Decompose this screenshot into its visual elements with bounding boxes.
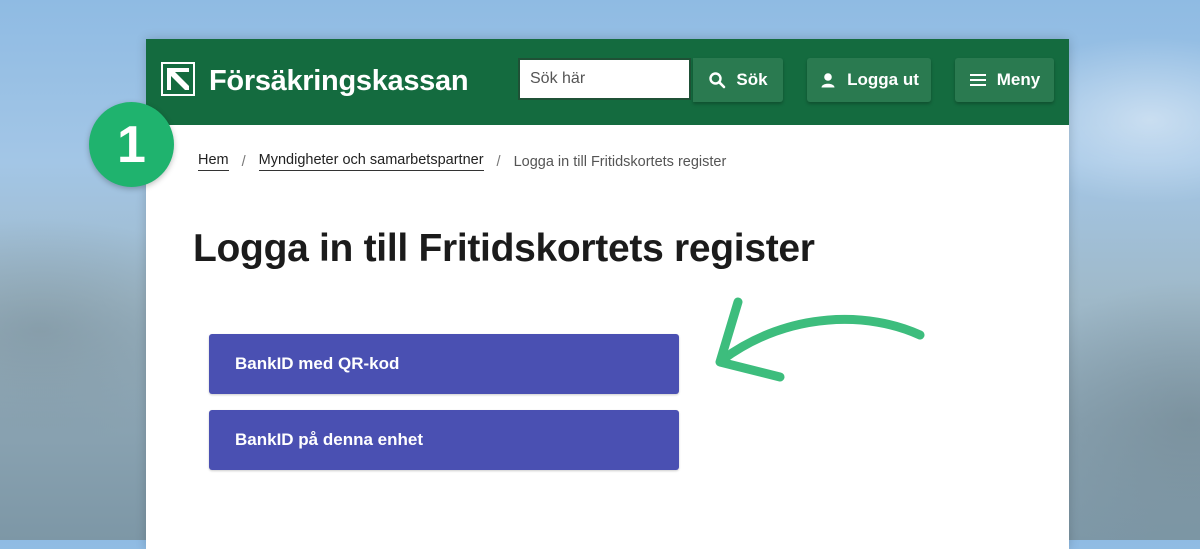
search-icon — [709, 72, 726, 89]
user-icon — [821, 73, 835, 88]
step-number-badge: 1 — [89, 102, 174, 187]
logo-mark-icon — [161, 62, 195, 96]
logout-button[interactable]: Logga ut — [807, 58, 931, 102]
search-button-label: Sök — [736, 70, 768, 89]
breadcrumb-partners-link[interactable]: Myndigheter och samarbetspartner — [258, 152, 484, 171]
breadcrumb-separator: / — [241, 153, 246, 170]
breadcrumb-separator: / — [496, 153, 501, 170]
logout-button-label: Logga ut — [847, 70, 919, 89]
site-logo-text[interactable]: Försäkringskassan — [209, 65, 469, 98]
breadcrumb-home-link[interactable]: Hem — [198, 152, 229, 171]
bankid-this-device-button[interactable]: BankID på denna enhet — [209, 410, 679, 470]
breadcrumb: Hem / Myndigheter och samarbetspartner /… — [198, 152, 726, 171]
site-header: Försäkringskassan Sök Logga ut Meny — [146, 39, 1069, 125]
search-button[interactable]: Sök — [693, 58, 783, 102]
menu-button-label: Meny — [996, 70, 1041, 89]
bankid-qr-button[interactable]: BankID med QR-kod — [209, 334, 679, 394]
hamburger-icon — [969, 74, 986, 86]
arrow-icon — [715, 297, 925, 382]
menu-button[interactable]: Meny — [955, 58, 1054, 102]
breadcrumb-current: Logga in till Fritidskortets register — [513, 153, 727, 170]
page-title: Logga in till Fritidskortets register — [193, 227, 815, 270]
search-input[interactable] — [518, 58, 691, 100]
